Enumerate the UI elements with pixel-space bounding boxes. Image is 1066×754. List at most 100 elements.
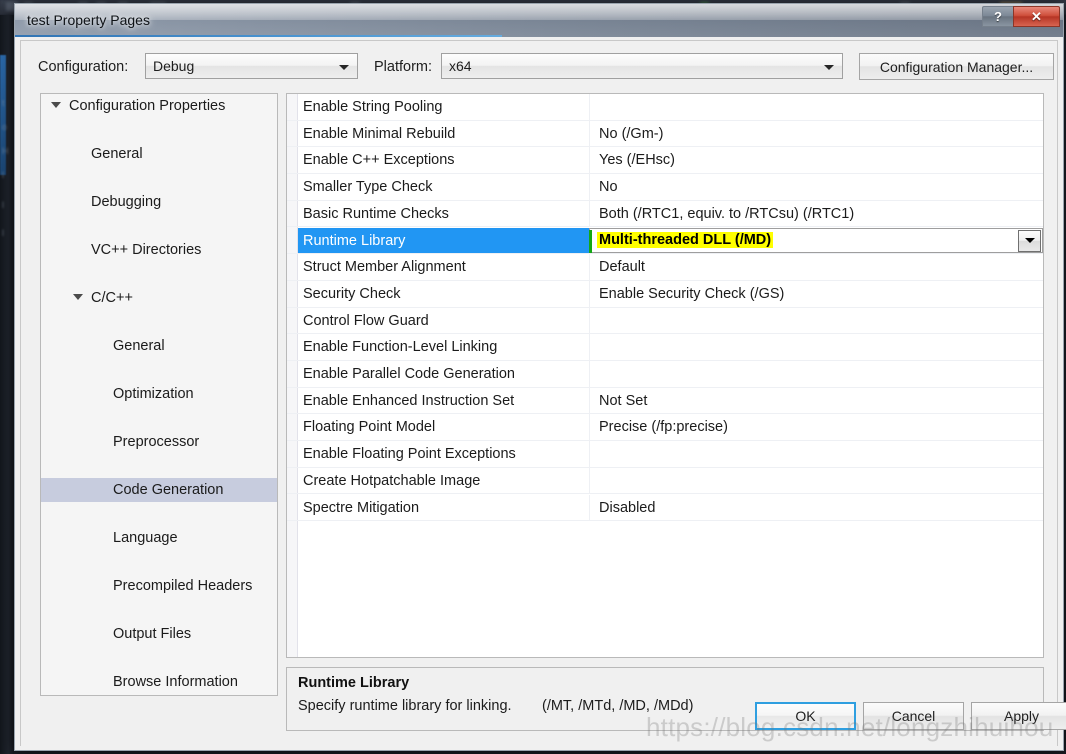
property-name: Enable Enhanced Instruction Set [303, 392, 515, 409]
column-divider [589, 174, 590, 200]
tree-item-c-c[interactable]: C/C++ [41, 286, 277, 310]
tree-item-debugging[interactable]: Debugging [41, 190, 277, 214]
window-title: test Property Pages [27, 12, 150, 28]
property-value: Both (/RTC1, equiv. to /RTCsu) (/RTC1) [599, 205, 855, 222]
chevron-down-icon [1024, 238, 1035, 243]
column-divider [589, 200, 590, 227]
property-value: Yes (/EHsc) [599, 152, 676, 169]
grid-row[interactable]: Struct Member Alignment Default [287, 254, 1043, 281]
ide-left-glyph: H [2, 146, 9, 156]
grid-row[interactable]: Spectre Mitigation Disabled [287, 494, 1043, 522]
help-icon[interactable]: ? [982, 6, 1013, 27]
property-grid[interactable]: Enable String Pooling Enable Minimal Rebu… [286, 93, 1044, 658]
tree-item-code-generation[interactable]: Code Generation [41, 478, 277, 502]
tree-item-label: Code Generation [113, 482, 224, 498]
column-divider [589, 334, 590, 360]
tree-item-general[interactable]: General [41, 142, 277, 166]
platform-label: Platform: [374, 59, 433, 75]
grid-row[interactable]: Security Check Enable Security Check (/GS… [287, 280, 1043, 308]
property-name: Enable Floating Point Exceptions [303, 446, 516, 463]
tree-item-label: Language [113, 530, 178, 546]
grid-row[interactable]: Enable Parallel Code Generation [287, 361, 1043, 388]
tree-item-browse-information[interactable]: Browse Information [41, 670, 277, 694]
property-name: Smaller Type Check [303, 179, 433, 196]
grid-row[interactable]: Floating Point Model Precise (/fp:precise… [287, 414, 1043, 442]
tree-item-label: Optimization [113, 386, 194, 402]
ide-left-glyph: l [2, 228, 4, 238]
chevron-expanded-icon[interactable] [51, 101, 61, 111]
property-value: Disabled [599, 499, 656, 516]
property-name: Enable Function-Level Linking [303, 339, 498, 356]
tree-item-label: Debugging [91, 194, 162, 210]
close-icon[interactable]: ✕ [1013, 6, 1060, 27]
window-buttons: ? ✕ [982, 6, 1060, 27]
column-divider [589, 94, 590, 120]
grid-row[interactable]: Runtime Library Multi-threaded DLL (/MD) [287, 227, 1043, 255]
tree-item-label: General [113, 338, 165, 354]
column-divider [589, 361, 590, 387]
grid-row[interactable]: Enable C++ Exceptions Yes (/EHsc) [287, 147, 1043, 175]
grid-row[interactable]: Smaller Type Check No [287, 174, 1043, 201]
column-divider [589, 307, 590, 334]
grid-row[interactable]: Enable Enhanced Instruction Set Not Set [287, 387, 1043, 415]
apply-button[interactable]: Apply [971, 702, 1066, 730]
tree-item-label: Output Files [113, 626, 192, 642]
column-divider [589, 414, 590, 441]
property-name: Enable Minimal Rebuild [303, 125, 456, 142]
property-name: Spectre Mitigation [303, 499, 420, 516]
column-divider [589, 280, 590, 307]
tree-item-preprocessor[interactable]: Preprocessor [41, 430, 277, 454]
configuration-label: Configuration: [38, 59, 129, 75]
tree-item-language[interactable]: Language [41, 526, 277, 550]
configuration-manager-button[interactable]: Configuration Manager... [859, 53, 1054, 80]
property-value: No (/Gm-) [599, 125, 664, 142]
column-divider [589, 494, 590, 521]
tree-item-label: Configuration Properties [69, 98, 226, 114]
tree-item-general[interactable]: General [41, 334, 277, 358]
tree-item-label: Preprocessor [113, 434, 200, 450]
property-name: Enable String Pooling [303, 99, 443, 115]
grid-row[interactable]: Basic Runtime Checks Both (/RTC1, equiv. … [287, 200, 1043, 228]
grid-row[interactable]: Control Flow Guard [287, 307, 1043, 335]
tree-item-optimization[interactable]: Optimization [41, 382, 277, 406]
property-pages-dialog: test Property Pages ? ✕ Configuration: D… [14, 3, 1066, 751]
tree-item-precompiled-headers[interactable]: Precompiled Headers [41, 574, 277, 598]
column-divider [589, 387, 590, 414]
ide-left-accent [0, 55, 6, 175]
property-name: Security Check [303, 285, 401, 302]
grid-row[interactable]: Enable Floating Point Exceptions [287, 441, 1043, 468]
grid-row[interactable]: Enable Minimal Rebuild No (/Gm-) [287, 120, 1043, 148]
configuration-tree[interactable]: Configuration Properties General Debugging… [40, 93, 278, 696]
chevron-expanded-icon[interactable] [73, 293, 83, 303]
platform-select[interactable]: x64 [441, 53, 843, 79]
property-value: Enable Security Check (/GS) [599, 285, 785, 302]
property-name: Floating Point Model [303, 419, 436, 436]
cancel-button[interactable]: Cancel [863, 702, 964, 730]
chevron-down-icon [339, 65, 349, 70]
property-value: Default [599, 259, 645, 276]
modified-marker [589, 229, 592, 253]
tree-item-label: Precompiled Headers [113, 578, 253, 594]
tree-item-label: VC++ Directories [91, 242, 202, 258]
dialog-body: Configuration: Debug Platform: x64 Confi… [20, 40, 1066, 746]
grid-row[interactable]: Enable String Pooling [287, 94, 1043, 121]
ok-button[interactable]: OK [755, 702, 856, 730]
tree-item-vc-directories[interactable]: VC++ Directories [41, 238, 277, 262]
value-dropdown-button[interactable] [1018, 229, 1041, 252]
grid-row[interactable]: Enable Function-Level Linking [287, 334, 1043, 361]
tree-item-label: General [91, 146, 143, 162]
dialog-footer: OK Cancel Apply [21, 694, 1066, 746]
tree-item-configuration-properties[interactable]: Configuration Properties [41, 94, 277, 118]
property-name: Struct Member Alignment [303, 259, 466, 276]
title-bar-gloss [15, 4, 1063, 20]
property-name: Runtime Library [303, 232, 406, 249]
tree-item-output-files[interactable]: Output Files [41, 622, 277, 646]
property-value[interactable]: Multi-threaded DLL (/MD) [597, 231, 774, 248]
property-value: No [599, 179, 618, 196]
platform-value: x64 [449, 58, 472, 74]
grid-row[interactable]: Create Hotpatchable Image [287, 467, 1043, 495]
column-divider [589, 441, 590, 467]
tree-item-label: Browse Information [113, 674, 238, 690]
configuration-select[interactable]: Debug [145, 53, 358, 79]
property-name: Enable Parallel Code Generation [303, 366, 515, 382]
